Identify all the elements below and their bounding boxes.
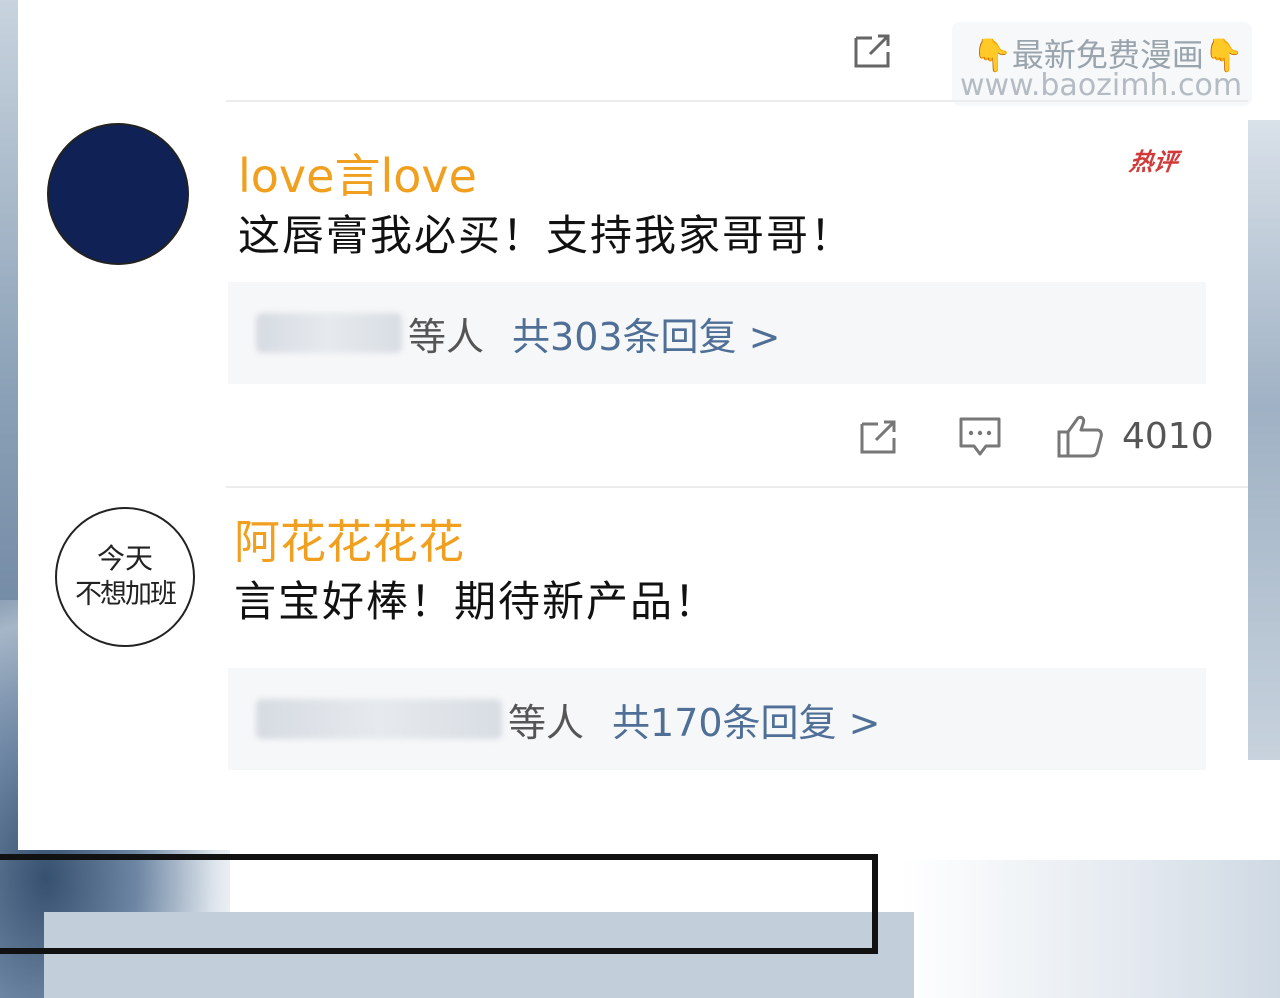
foliage-border-right: [1246, 120, 1280, 760]
reply-count-link[interactable]: 共303条回复 >: [512, 306, 780, 361]
reply-preview[interactable]: 等人 共170条回复 >: [228, 668, 1206, 770]
avatar-text: 今天: [96, 542, 153, 575]
comment-text: 言宝好棒！期待新产品！: [234, 577, 719, 626]
foliage-corner-bottom-right: [900, 860, 1280, 998]
share-icon[interactable]: [858, 418, 900, 456]
comment-icon[interactable]: [958, 416, 1002, 458]
reply-suffix: 等人: [508, 700, 585, 745]
comment-username[interactable]: love言love: [238, 148, 477, 204]
blurred-reply-names: [256, 313, 402, 353]
avatar[interactable]: 今天 不想加班: [55, 507, 195, 647]
divider: [226, 486, 1248, 488]
reply-count-link[interactable]: 共170条回复 >: [612, 692, 880, 747]
reply-preview[interactable]: 等人 共303条回复 >: [228, 282, 1206, 384]
share-icon[interactable]: [852, 32, 894, 70]
avatar[interactable]: [47, 123, 189, 265]
thumbs-up-icon[interactable]: [1056, 414, 1104, 458]
comment-text: 这唇膏我必买！支持我家哥哥！: [238, 211, 855, 260]
narration-box: [0, 854, 878, 954]
watermark-url: www.baozimh.com: [960, 68, 1243, 103]
site-watermark: 👇最新免费漫画👇 www.baozimh.com: [952, 22, 1252, 106]
comment-username[interactable]: 阿花花花花: [234, 514, 464, 570]
blurred-reply-names: [256, 699, 502, 739]
like-count: 4010: [1122, 416, 1214, 457]
divider: [226, 100, 1248, 102]
hot-comment-badge: 热评: [1127, 148, 1180, 176]
reply-suffix: 等人: [408, 314, 485, 359]
avatar-text: 不想加班: [75, 579, 177, 610]
